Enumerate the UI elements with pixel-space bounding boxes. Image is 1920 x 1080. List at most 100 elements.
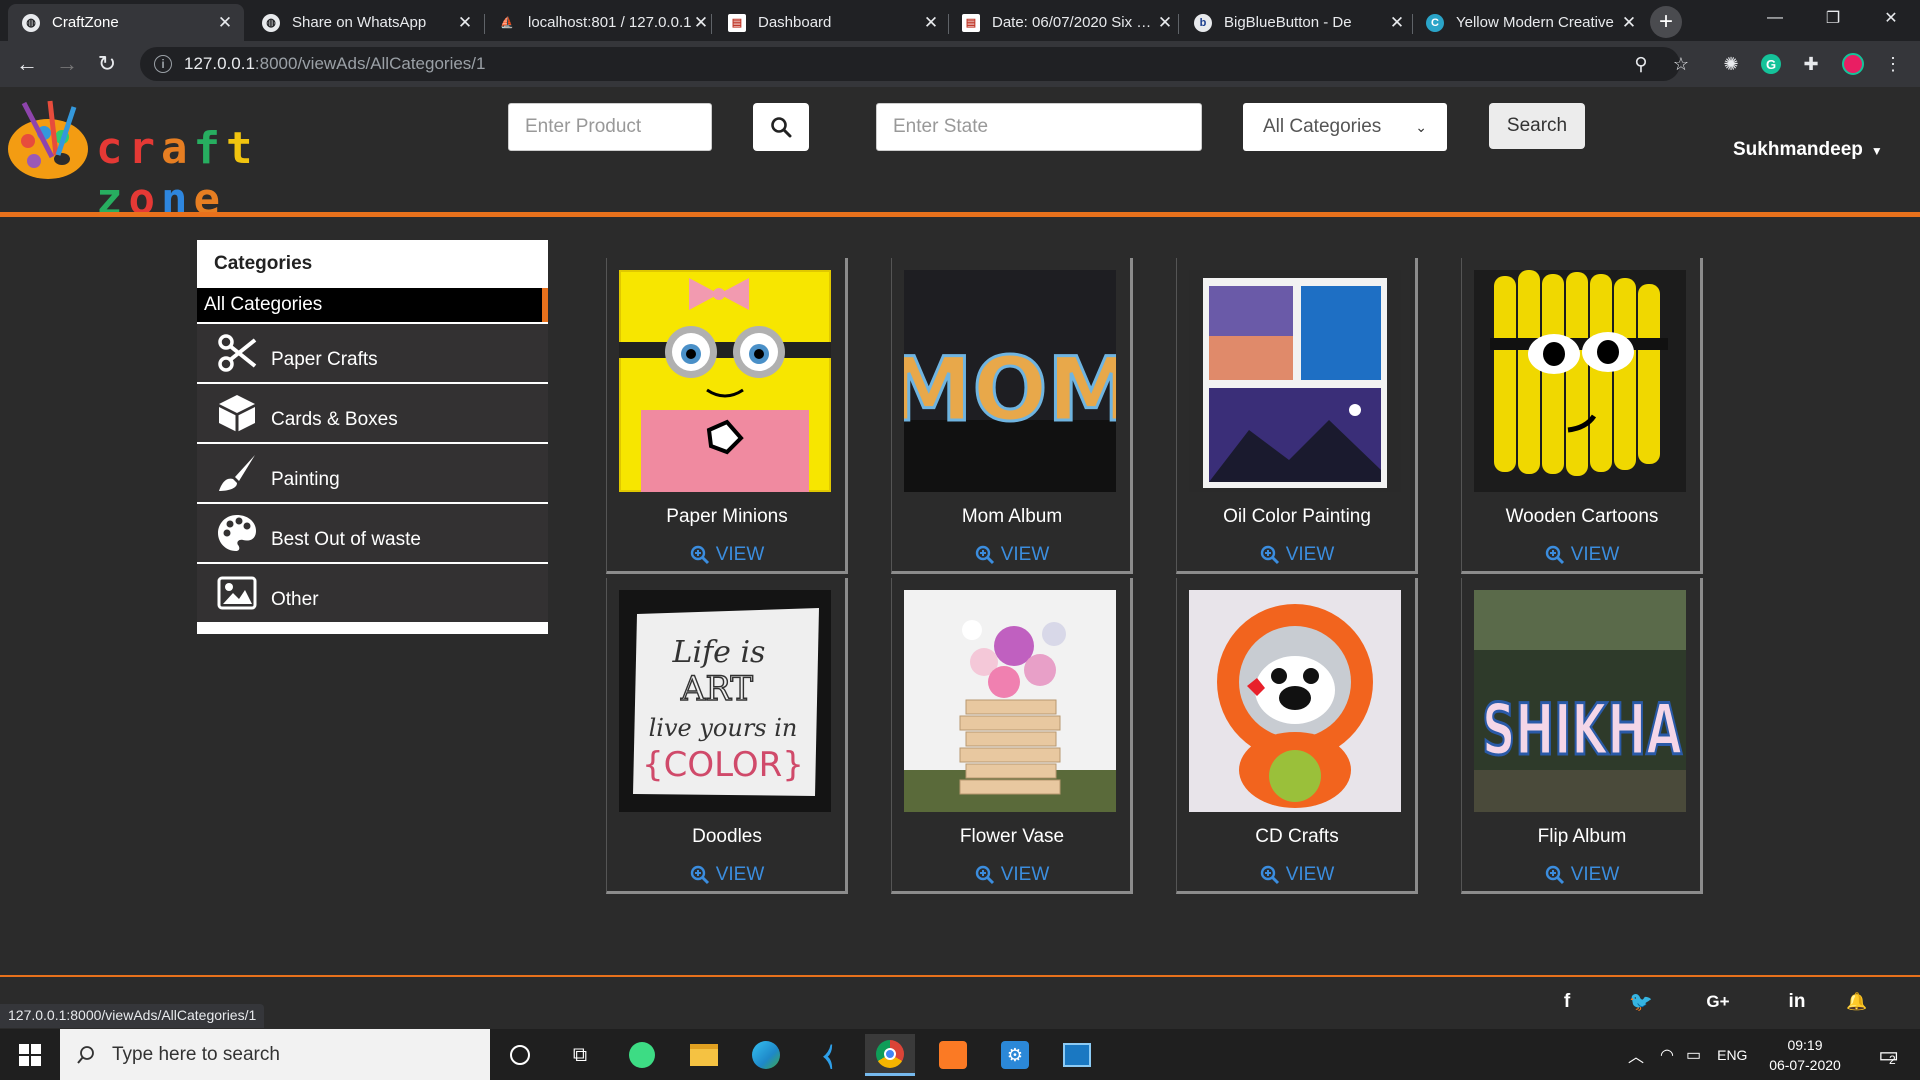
bell-icon[interactable]: 🔔: [1842, 987, 1872, 1017]
category-cards-boxes[interactable]: Cards & Boxes: [197, 384, 548, 442]
extensions-puzzle-icon[interactable]: ✚: [1800, 53, 1822, 75]
view-link[interactable]: VIEW: [1462, 864, 1702, 886]
wifi-icon[interactable]: ◠: [1660, 1045, 1674, 1065]
minimize-icon[interactable]: —: [1746, 0, 1804, 36]
product-image-doodles[interactable]: Life is ART live yours in {COLOR}: [619, 590, 831, 812]
product-image-wooden-cartoons[interactable]: [1474, 270, 1686, 492]
vscode-icon[interactable]: ⧼: [803, 1034, 853, 1076]
state-input[interactable]: Enter State: [876, 103, 1202, 151]
view-link[interactable]: VIEW: [1177, 864, 1417, 886]
product-image-flower-vase[interactable]: [904, 590, 1116, 812]
product-image-paper-minions[interactable]: [619, 270, 831, 492]
view-label: VIEW: [1570, 544, 1620, 565]
category-all[interactable]: All Categories: [197, 288, 548, 322]
view-link[interactable]: VIEW: [892, 864, 1132, 886]
settings-app-icon[interactable]: ⚙: [990, 1034, 1040, 1076]
search-button[interactable]: [753, 103, 809, 151]
product-image-oil-color-painting[interactable]: [1189, 270, 1401, 492]
chrome-icon[interactable]: [865, 1034, 915, 1076]
photos-icon[interactable]: [1052, 1034, 1102, 1076]
grammarly-icon[interactable]: G: [1760, 53, 1782, 75]
tab-craftzone[interactable]: ◍ CraftZone ✕: [8, 4, 244, 41]
xampp-icon[interactable]: [928, 1034, 978, 1076]
site-header: craft zone Enter Product Enter State All…: [0, 87, 1920, 225]
notifications-icon[interactable]: ▭ 2: [1862, 1034, 1912, 1076]
browser-tab-strip: ◍ CraftZone ✕ ◍ Share on WhatsApp ✕ ⛵ lo…: [0, 0, 1920, 41]
product-card-cd-crafts[interactable]: CD Crafts VIEW: [1176, 578, 1418, 894]
extension-gear-icon[interactable]: ✺: [1720, 53, 1742, 75]
view-link[interactable]: VIEW: [1462, 544, 1702, 566]
product-card-doodles[interactable]: Life is ART live yours in {COLOR} Doodle…: [606, 578, 848, 894]
start-button[interactable]: [0, 1029, 60, 1080]
cortana-icon[interactable]: [495, 1034, 545, 1076]
product-card-flower-vase[interactable]: Flower Vase VIEW: [891, 578, 1133, 894]
tab-canva[interactable]: C Yellow Modern Creative ✕: [1412, 4, 1648, 41]
product-card-wooden-cartoons[interactable]: Wooden Cartoons VIEW: [1461, 258, 1703, 574]
battery-icon[interactable]: ▭: [1686, 1045, 1701, 1065]
close-tab-icon[interactable]: ✕: [1388, 13, 1406, 33]
zoom-in-icon: [1545, 545, 1564, 565]
facebook-icon[interactable]: f: [1552, 987, 1582, 1017]
doodle-text-line3: live yours in: [649, 714, 798, 742]
twitter-icon[interactable]: 🐦: [1626, 987, 1656, 1017]
caret-down-icon: ▼: [1870, 144, 1883, 158]
edge-icon[interactable]: [741, 1034, 791, 1076]
close-window-icon[interactable]: ✕: [1862, 0, 1920, 36]
close-tab-icon[interactable]: ✕: [456, 13, 474, 33]
file-explorer-icon[interactable]: [679, 1034, 729, 1076]
product-image-flip-album[interactable]: SHIKHA: [1474, 590, 1686, 812]
google-plus-icon[interactable]: G+: [1703, 987, 1733, 1017]
address-bar[interactable]: i 127.0.0.1:8000/viewAds/AllCategories/1: [140, 47, 1680, 81]
taskbar-clock[interactable]: 09:19 06-07-2020: [1760, 1035, 1850, 1075]
restore-icon[interactable]: ❐: [1804, 0, 1862, 36]
category-best-out-of-waste[interactable]: Best Out of waste: [197, 504, 548, 562]
taskbar-search-box[interactable]: Type here to search: [60, 1029, 490, 1080]
view-link[interactable]: VIEW: [1177, 544, 1417, 566]
product-card-paper-minions[interactable]: Paper Minions VIEW: [606, 258, 848, 574]
view-link[interactable]: VIEW: [892, 544, 1132, 566]
tab-dashboard[interactable]: ▤ Dashboard ✕: [714, 4, 950, 41]
bookmark-star-icon[interactable]: ☆: [1670, 53, 1692, 75]
category-other[interactable]: Other: [197, 564, 548, 622]
product-name: Mom Album: [961, 506, 1063, 527]
tab-bigbluebutton[interactable]: b BigBlueButton - De ✕: [1180, 4, 1416, 41]
craftzone-logo[interactable]: craft zone: [4, 97, 374, 225]
close-tab-icon[interactable]: ✕: [216, 13, 234, 33]
tab-whatsapp[interactable]: ◍ Share on WhatsApp ✕: [248, 4, 484, 41]
category-painting[interactable]: Painting: [197, 444, 548, 502]
product-card-oil-color-painting[interactable]: Oil Color Painting VIEW: [1176, 258, 1418, 574]
close-tab-icon[interactable]: ✕: [922, 13, 940, 33]
info-icon[interactable]: i: [154, 55, 172, 73]
profile-avatar-icon[interactable]: [1842, 53, 1864, 75]
close-tab-icon[interactable]: ✕: [1156, 13, 1174, 33]
category-label: Other: [271, 589, 319, 610]
close-tab-icon[interactable]: ✕: [1620, 13, 1638, 33]
browser-menu-icon[interactable]: ⋮: [1882, 53, 1904, 75]
chevron-up-icon[interactable]: ︿: [1628, 1043, 1644, 1067]
tab-phpmyadmin[interactable]: ⛵ localhost:801 / 127.0.0.1 ✕: [484, 4, 720, 41]
search-submit-button[interactable]: Search: [1489, 103, 1585, 149]
category-select[interactable]: All Categories ⌄: [1243, 103, 1447, 151]
forward-arrow-icon[interactable]: →: [52, 49, 82, 79]
tab-date-doc[interactable]: ▤ Date: 06/07/2020 Six Mo ✕: [948, 4, 1184, 41]
dashboard-icon: ▤: [728, 13, 746, 32]
language-indicator[interactable]: ENG: [1717, 1047, 1747, 1063]
back-arrow-icon[interactable]: ←: [12, 49, 42, 79]
task-view-icon[interactable]: ⧉: [555, 1034, 605, 1076]
linkedin-icon[interactable]: in: [1782, 987, 1812, 1017]
product-image-cd-crafts[interactable]: [1189, 590, 1401, 812]
reload-icon[interactable]: ↻: [92, 49, 122, 79]
product-image-mom-album[interactable]: MOM: [904, 270, 1116, 492]
zoom-icon[interactable]: ⚲: [1630, 53, 1652, 75]
new-tab-button[interactable]: +: [1650, 6, 1682, 38]
product-search-input[interactable]: Enter Product: [508, 103, 712, 151]
chevron-down-icon: ⌄: [1415, 118, 1427, 135]
android-studio-icon[interactable]: [617, 1034, 667, 1076]
product-card-flip-album[interactable]: SHIKHA Flip Album VIEW: [1461, 578, 1703, 894]
close-tab-icon[interactable]: ✕: [692, 13, 710, 33]
view-link[interactable]: VIEW: [607, 544, 847, 566]
user-menu[interactable]: Sukhmandeep ▼: [1733, 139, 1883, 161]
category-paper-crafts[interactable]: Paper Crafts: [197, 324, 548, 382]
product-card-mom-album[interactable]: MOM Mom Album VIEW: [891, 258, 1133, 574]
view-link[interactable]: VIEW: [607, 864, 847, 886]
